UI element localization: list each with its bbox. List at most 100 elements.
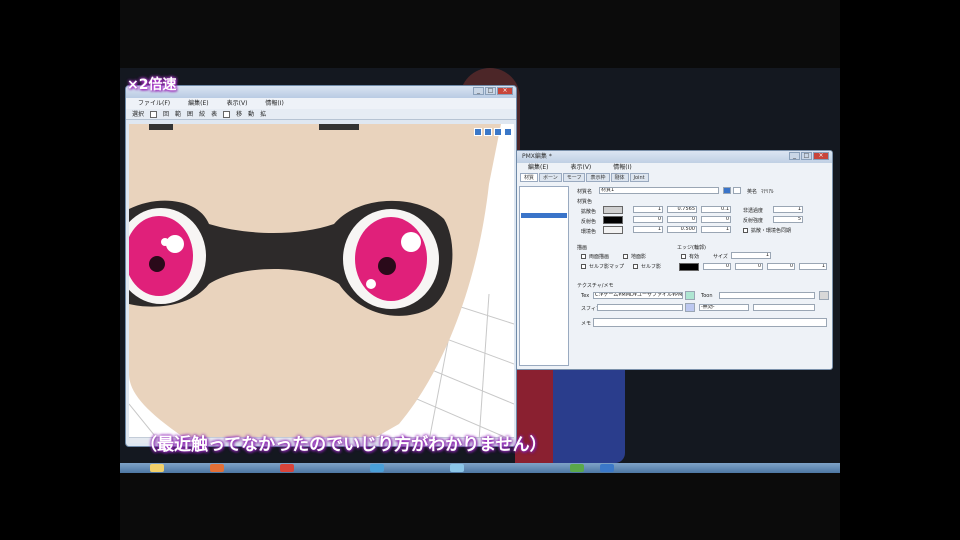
toolbar-item-8[interactable]: 動 [248,109,254,119]
taskbar-app-icon-2[interactable] [370,464,384,472]
alpha-input[interactable]: 1 [773,206,803,213]
ambient-g[interactable]: 0.500 [667,226,697,233]
diffuse-g[interactable]: 0.7565 [667,206,697,213]
toolbar-item-3[interactable]: 範 [175,109,181,119]
menu-info[interactable]: 情報(I) [613,163,631,173]
taskbar-app-icon-5[interactable] [600,464,614,472]
toolbar-square-icon[interactable] [223,111,231,118]
edge-r[interactable]: 0 [703,263,731,270]
view-reset-icon[interactable] [504,128,512,136]
view-front-icon[interactable] [474,128,482,136]
view-side-icon[interactable] [484,128,492,136]
taskbar-folder-icon[interactable] [150,464,164,472]
tex-browse-button[interactable] [685,291,695,300]
menu-file[interactable]: ファイル(F) [138,98,170,109]
toolbar-item-4[interactable]: 囲 [187,109,193,119]
view-maximize-button[interactable]: □ [485,87,496,95]
tex-path-input[interactable]: C:¥ゲーム¥MMD¥ユーザファイル¥PMX¥モデル¥Model¥... [593,292,683,299]
view-close-button[interactable]: × [497,87,513,95]
diffuse-r[interactable]: 1 [633,206,663,213]
3d-viewport[interactable] [129,124,514,441]
sphere-mode-select[interactable]: -無効- [699,304,749,311]
toolbar-item-6[interactable]: 表 [211,109,217,119]
specular-g[interactable]: 0 [667,216,697,223]
ambient-swatch[interactable] [603,226,623,234]
edge-a[interactable]: 1 [799,263,827,270]
material-name-label: 材質名 [577,189,593,195]
toolbar-checkbox-icon[interactable] [150,111,158,118]
tab-joint[interactable]: Joint [629,173,649,182]
left-highlight-small [161,238,169,246]
menu-edit[interactable]: 編集(E) [528,163,548,173]
specular-r[interactable]: 0 [633,216,663,223]
pmx-editor-titlebar[interactable]: PMX編集 * _ □ × [516,151,832,163]
view-top-icon[interactable] [494,128,502,136]
tab-display-frame[interactable]: 表示枠 [586,173,610,182]
ground-shadow-checkbox[interactable] [623,254,628,259]
tab-rigid-body[interactable]: 剛体 [610,173,629,182]
toolbar-select[interactable]: 選択 [132,109,144,119]
view-icon-group [474,128,512,136]
tab-bone[interactable]: ボーン [539,173,562,182]
maximize-button[interactable]: □ [801,152,812,160]
edge-size-input[interactable]: 1 [731,252,771,259]
close-button[interactable]: × [813,152,829,160]
view-titlebar[interactable]: _ □ × [126,86,516,98]
toolbar-item-9[interactable]: 拡 [260,109,266,119]
alpha-label: 非透過度 [743,208,764,214]
edge-g[interactable]: 0 [735,263,763,270]
specular-swatch[interactable] [603,216,623,224]
material-list[interactable] [519,186,569,366]
ambient-r[interactable]: 1 [633,226,663,233]
pmx-view-window[interactable]: _ □ × ファイル(F) 編集(E) 表示(V) 情報(I) 選択 回 範 囲… [125,85,517,447]
taskbar-app-icon-4[interactable] [570,464,584,472]
menu-edit[interactable]: 編集(E) [188,98,208,109]
material-list-selected-item[interactable] [521,213,567,218]
specular-b[interactable]: 0 [701,216,731,223]
minimize-button[interactable]: _ [789,152,800,160]
toolbar-item-7[interactable]: 移 [236,109,242,119]
toon-select[interactable] [753,304,815,311]
toolbar-item-2[interactable]: 回 [163,109,169,119]
view-minimize-button[interactable]: _ [473,87,484,95]
material-name-button-2[interactable] [733,187,741,194]
toon-browse-button[interactable] [819,291,829,300]
right-highlight-small [366,279,376,289]
menu-view[interactable]: 表示(V) [570,163,591,173]
view-window-buttons: _ □ × [473,87,513,95]
memo-input[interactable] [593,318,827,327]
playback-speed-caption: ×2倍速 [127,77,177,93]
menu-view[interactable]: 表示(V) [227,98,248,109]
specular-label: 反射色 [581,219,597,225]
diffuse-swatch[interactable] [603,206,623,214]
toolbar-item-5[interactable]: 絞 [199,109,205,119]
model-face [129,124,501,441]
self-shadow-map-checkbox[interactable] [581,264,586,269]
material-color-section: 材質色 [577,199,593,205]
toon-path-input[interactable] [719,292,815,299]
sphere-path-input[interactable] [597,304,683,311]
taskbar-browser-icon[interactable] [280,464,294,472]
double-sided-checkbox[interactable] [581,254,586,259]
edge-color-swatch[interactable] [679,263,699,271]
sphere-browse-button[interactable] [685,303,695,312]
share-color-checkbox[interactable] [743,228,748,233]
diffuse-b[interactable]: 0.1 [701,206,731,213]
tab-material[interactable]: 材質 [520,173,539,182]
power-input[interactable]: 5 [773,216,803,223]
toon-label: Toon [701,293,713,299]
memo-label: メモ [581,321,592,327]
taskbar-app-icon[interactable] [210,464,224,472]
share-color-label: 拡散・環境色同期 [751,228,792,234]
menu-info[interactable]: 情報(I) [265,98,283,109]
screen-recording: PMX編集 * _ □ × 編集(E) 表示(V) 情報(I) 材質 ボーン モ… [120,0,840,540]
self-shadow-checkbox[interactable] [633,264,638,269]
edge-b[interactable]: 0 [767,263,795,270]
taskbar-app-icon-3[interactable] [450,464,464,472]
edge-enable-checkbox[interactable] [681,254,686,259]
material-name-button[interactable] [723,187,731,194]
tab-morph[interactable]: モーフ [562,173,586,182]
ambient-b[interactable]: 1 [701,226,731,233]
pmx-editor-window[interactable]: PMX編集 * _ □ × 編集(E) 表示(V) 情報(I) 材質 ボーン モ… [515,150,833,370]
material-name-input[interactable]: 材質1 [599,187,719,194]
